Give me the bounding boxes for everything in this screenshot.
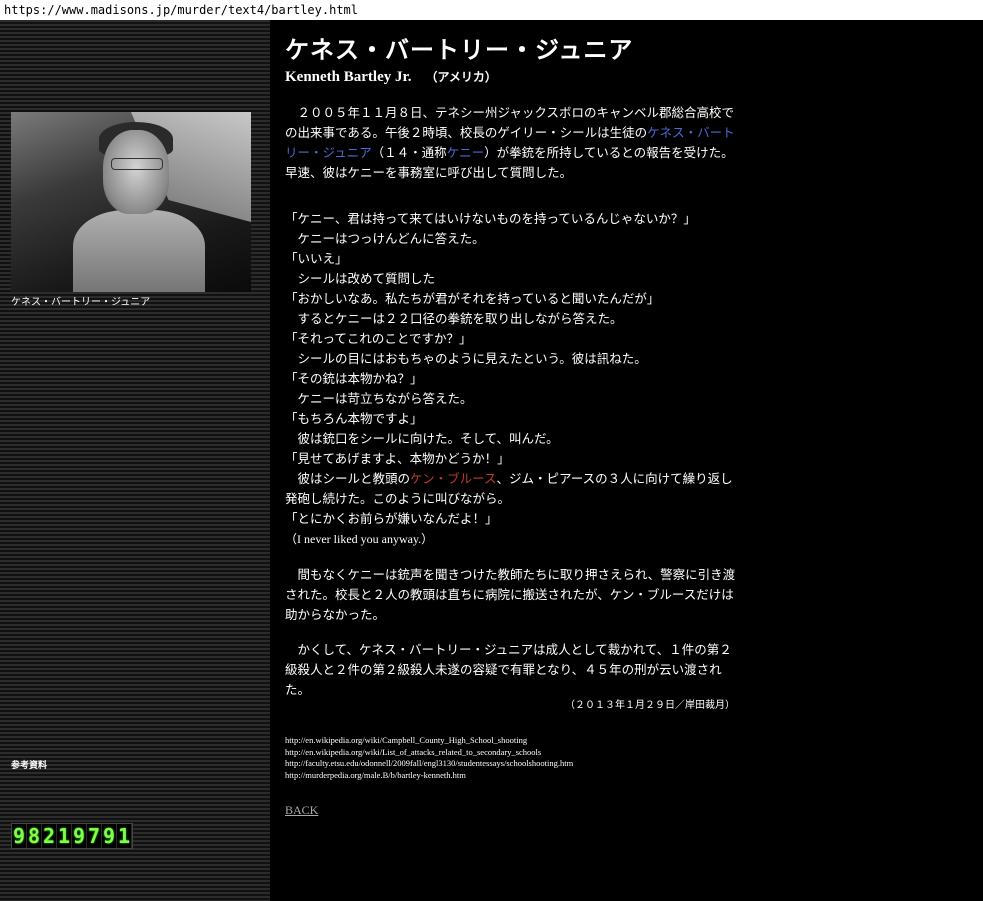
dialogue-line: ケニーはつっけんどんに答えた。	[285, 231, 485, 246]
portrait-photo	[11, 112, 251, 292]
dialogue-line: 「ケニー、君は持って来てはいけないものを持っているんじゃないか？」	[285, 211, 696, 226]
dialogue: 「ケニー、君は持って来てはいけないものを持っているんじゃないか？」 ケニーはつっ…	[285, 209, 745, 549]
english-name: Kenneth Bartley Jr.	[285, 69, 412, 85]
victim-name-link[interactable]: ケン・ブルース	[410, 471, 497, 486]
dialogue-line: ケニーは苛立ちながら答えた。	[285, 391, 473, 406]
counter-digit: 2	[42, 824, 57, 848]
reference-link[interactable]: http://en.wikipedia.org/wiki/List_of_att…	[285, 747, 541, 757]
reference-link[interactable]: http://en.wikipedia.org/wiki/Campbell_Co…	[285, 735, 527, 745]
references-label: 参考資料	[11, 761, 48, 771]
counter-digit: 1	[117, 824, 132, 848]
back-nav: BACK	[285, 803, 318, 818]
visitor-counter: 9 8 2 1 9 7 9 1	[11, 823, 133, 849]
paragraph-intro: ２００５年１１月８日、テネシー州ジャックスボロのキャンベル郡総合高校での出来事で…	[285, 103, 743, 183]
page-title: ケネス・バートリー・ジュニア	[285, 37, 634, 64]
counter-digit: 9	[72, 824, 87, 848]
country-label: （アメリカ）	[425, 70, 497, 84]
address-bar[interactable]: https://www.madisons.jp/murder/text4/bar…	[0, 0, 983, 20]
counter-digit: 9	[102, 824, 117, 848]
dialogue-line: 彼はシールと教頭のケン・ブルース、ジム・ピアースの３人に向けて繰り返し発砲し続け…	[285, 469, 745, 509]
dialogue-line: 「とにかくお前らが嫌いなんだよ！」	[285, 511, 498, 526]
counter-digit: 8	[27, 824, 42, 848]
paragraph-sentence: かくして、ケネス・バートリー・ジュニアは成人として裁かれて、１件の第２級殺人と２…	[285, 642, 732, 697]
dialogue-line: 「見せてあげますよ、本物かどうか！」	[285, 451, 510, 466]
dialogue-line: するとケニーは２２口径の拳銃を取り出しながら答えた。	[285, 311, 623, 326]
nickname-link[interactable]: ケニー	[447, 145, 485, 160]
dialogue-line: シールの目にはおもちゃのように見えたという。彼は訊ねた。	[285, 351, 647, 366]
counter-digit: 1	[57, 824, 72, 848]
dialogue-line: 「いいえ」	[285, 251, 348, 266]
back-link[interactable]: BACK	[285, 803, 318, 817]
counter-digit: 7	[87, 824, 102, 848]
sidebar: ケネス・バートリー・ジュニア 参考資料 9 8 2 1 9 7 9 1	[0, 20, 270, 901]
dialogue-text: 彼はシールと教頭の	[285, 471, 411, 486]
page-subtitle: Kenneth Bartley Jr. （アメリカ）	[285, 68, 497, 86]
dialogue-line: 「それってこれのことですか？」	[285, 331, 472, 346]
intro-text: （１４・通称	[371, 145, 447, 160]
reference-link[interactable]: http://faculty.etsu.edu/odonnell/2009fal…	[285, 758, 573, 768]
reference-link[interactable]: http://murderpedia.org/male.B/b/bartley-…	[285, 770, 466, 780]
dialogue-line: 彼は銃口をシールに向けた。そして、叫んだ。	[285, 431, 559, 446]
dialogue-line: シールは改めて質問した	[285, 271, 436, 286]
dialogue-line: 「もちろん本物ですよ」	[285, 411, 423, 426]
dialogue-line: 「その銃は本物かね？」	[285, 371, 423, 386]
article-date: （２０１３年１月２９日／岸田裁月）	[565, 700, 735, 711]
reference-links: http://en.wikipedia.org/wiki/Campbell_Co…	[285, 735, 573, 781]
paragraph-arrest: 間もなくケニーは銃声を聞きつけた教師たちに取り押さえられ、警察に引き渡された。校…	[285, 567, 736, 622]
english-quote: （I never liked you anyway.）	[285, 532, 434, 546]
photo-caption: ケネス・バートリー・ジュニア	[11, 297, 151, 308]
counter-digit: 9	[12, 824, 27, 848]
dialogue-line: 「おかしいなあ。私たちが君がそれを持っていると聞いたんだが」	[285, 291, 660, 306]
